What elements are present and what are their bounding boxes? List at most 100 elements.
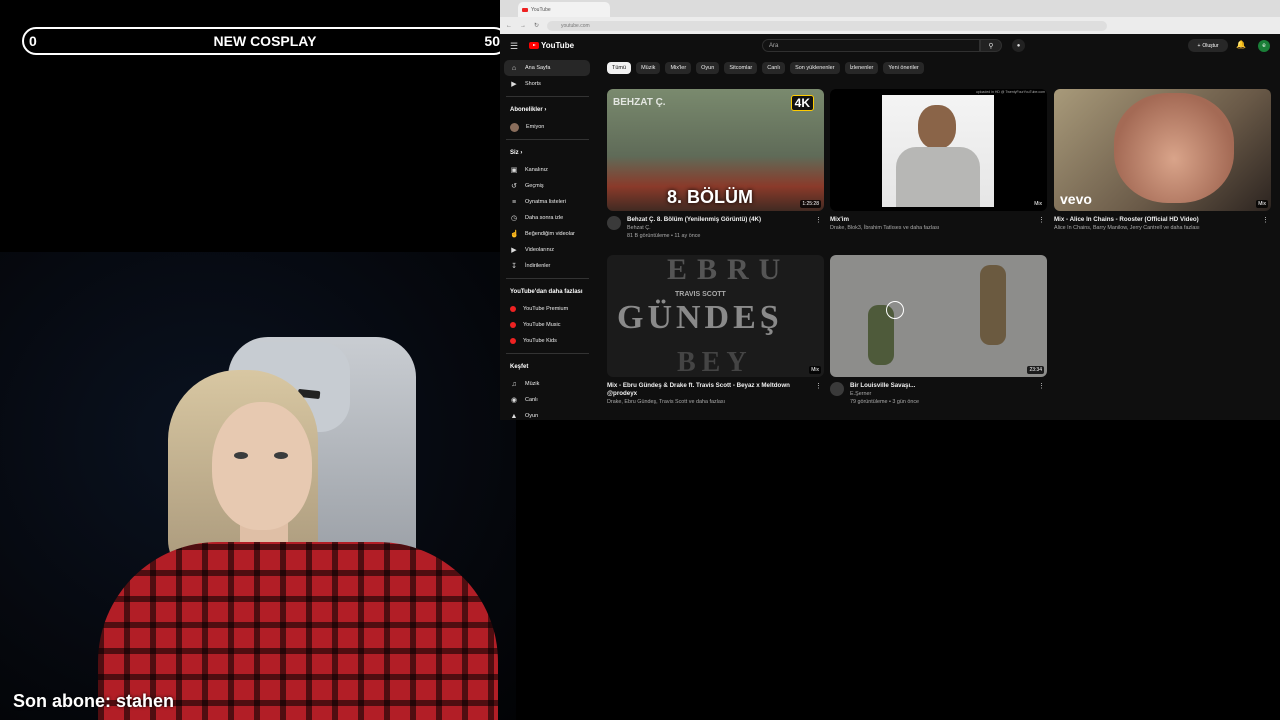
reload-icon[interactable]: ↻ [534, 22, 539, 29]
sidebar-item-label: Oynatma listeleri [525, 199, 566, 205]
menu-icon[interactable]: ☰ [510, 41, 518, 52]
mix-badge: Mix [809, 366, 821, 374]
sidebar-item-label: Shorts [525, 81, 541, 87]
back-icon[interactable]: ← [506, 23, 512, 29]
goal-title: NEW COSPLAY [213, 33, 317, 49]
sidebar-item-music[interactable]: YouTube Music [500, 317, 595, 333]
vevo-logo: vevo [1060, 191, 1092, 207]
thumbnail-photo [882, 95, 994, 207]
video-duration: 23:34 [1027, 366, 1044, 374]
mix-badge: Mix [1256, 200, 1268, 208]
divider [506, 353, 589, 354]
video-meta: Behzat Ç. 8. Bölüm (Yenilenmiş Görüntü) … [607, 216, 824, 240]
sidebar-item-playlists[interactable]: ≡ Oynatma listeleri [500, 194, 595, 210]
video-thumbnail[interactable]: EBRU TRAVIS SCOTT GÜNDEŞ BEY Mix [607, 255, 824, 377]
section-label: Abonelikler [510, 107, 543, 113]
youtube-premium-icon [510, 306, 516, 312]
chip-all[interactable]: Tümü [607, 62, 632, 74]
youtube-header: ☰ YouTube Ara ⚲ ● + Oluştur 🔔 e [500, 34, 1280, 58]
video-title[interactable]: Mix - Ebru Gündeş & Drake ft. Travis Sco… [607, 382, 797, 398]
more-options-icon[interactable]: ⋮ [1038, 216, 1045, 224]
sidebar-item-kids[interactable]: YouTube Kids [500, 333, 595, 349]
video-card[interactable]: uploaded in HD @ TwentyFourYouTube.com M… [830, 89, 1047, 232]
thumbnail-logo: BEHZAT Ç. [613, 97, 666, 108]
you-header[interactable]: Siz › [500, 144, 595, 162]
crosshair-icon [886, 301, 904, 319]
sidebar-item-watch-later[interactable]: ◷ Daha sonra izle [500, 210, 595, 226]
bell-icon[interactable]: 🔔 [1236, 40, 1246, 49]
goal-end: 50 [484, 33, 500, 49]
forward-icon[interactable]: → [520, 23, 526, 29]
channel-avatar [510, 122, 519, 132]
chip-mixes[interactable]: Mix'ler [665, 62, 692, 74]
search-icon[interactable]: ⚲ [980, 39, 1002, 52]
youtube-music-icon [510, 322, 516, 328]
goal-start: 0 [29, 33, 37, 49]
channel-name[interactable]: Alice In Chains, Barry Manilow, Jerry Ca… [1054, 224, 1271, 232]
sidebar-item-channel[interactable]: ▣ Kanalınız [500, 162, 595, 178]
more-options-icon[interactable]: ⋮ [1038, 382, 1045, 390]
sidebar-item-label: Geçmiş [525, 183, 544, 189]
sidebar-item-label: YouTube Kids [523, 338, 557, 344]
sidebar-item-shorts[interactable]: ▶ Shorts [500, 76, 595, 92]
search-input[interactable]: Ara [762, 39, 980, 52]
video-thumbnail[interactable]: BEHZAT Ç. 4K 8. BÖLÜM 1:25:28 [607, 89, 824, 211]
video-title[interactable]: Behzat Ç. 8. Bölüm (Yenilenmiş Görüntü) … [627, 216, 824, 224]
history-icon: ↺ [511, 183, 517, 190]
sidebar-item-label: YouTube Music [523, 322, 561, 328]
channel-name[interactable]: Drake, Blok3, İbrahim Tatlıses ve daha f… [830, 224, 1047, 232]
video-title[interactable]: Mix - Alice In Chains - Rooster (Officia… [1054, 216, 1271, 224]
video-thumbnail[interactable]: uploaded in HD @ TwentyFourYouTube.com M… [830, 89, 1047, 211]
video-card[interactable]: BEHZAT Ç. 4K 8. BÖLÜM 1:25:28 Behzat Ç. … [607, 89, 824, 240]
microphone-icon[interactable]: ● [1012, 39, 1025, 52]
video-thumbnail[interactable]: vevo Mix [1054, 89, 1271, 211]
sidebar-item-explore-music[interactable]: ♫ Müzik [500, 376, 595, 392]
sidebar-item-home[interactable]: ⌂ Ana Sayfa [504, 60, 590, 76]
sidebar-item-subscription[interactable]: Emiyon [500, 119, 595, 135]
channel-name[interactable]: Drake, Ebru Gündeş, Travis Scott ve daha… [607, 398, 824, 406]
sidebar-item-premium[interactable]: YouTube Premium [500, 301, 595, 317]
more-options-icon[interactable]: ⋮ [815, 216, 822, 224]
chip-new-to-you[interactable]: Yeni öneriler [883, 62, 924, 74]
address-bar[interactable]: youtube.com [547, 20, 1108, 31]
video-meta: Mix'im Drake, Blok3, İbrahim Tatlıses ve… [830, 216, 1047, 232]
channel-avatar[interactable] [830, 382, 844, 396]
sidebar-item-liked[interactable]: ☝ Beğendiğim videolar [500, 226, 595, 242]
video-icon: ▶ [511, 247, 517, 254]
sidebar-item-label: Kanalınız [525, 167, 548, 173]
youtube-logo[interactable]: YouTube [529, 41, 574, 50]
channel-name[interactable]: E.Şerner [850, 390, 1047, 398]
chip-music[interactable]: Müzik [636, 62, 661, 74]
video-title[interactable]: Bir Louisville Savaşı... [850, 382, 1047, 390]
sidebar-item-history[interactable]: ↺ Geçmiş [500, 178, 595, 194]
sidebar-item-label: Oyun [525, 413, 539, 419]
sidebar-item-downloads[interactable]: ↧ İndirilenler [500, 258, 595, 274]
sidebar-item-your-videos[interactable]: ▶ Videolarınız [500, 242, 595, 258]
video-thumbnail[interactable]: 23:34 [830, 255, 1047, 377]
video-title[interactable]: Mix'im [830, 216, 1047, 224]
video-card[interactable]: vevo Mix Mix - Alice In Chains - Rooster… [1054, 89, 1271, 232]
channel-avatar[interactable] [607, 216, 621, 230]
subscriptions-header[interactable]: Abonelikler › [500, 101, 595, 119]
chip-recently-uploaded[interactable]: Son yüklenenler [790, 62, 840, 74]
youtube-page: ☰ YouTube Ara ⚲ ● + Oluştur 🔔 e ⌂ Ana Sa… [500, 34, 1280, 420]
browser-tab[interactable]: YouTube [518, 2, 610, 17]
sidebar-item-gaming[interactable]: ▲ Oyun [500, 408, 595, 424]
create-button[interactable]: + Oluştur [1188, 39, 1228, 52]
home-icon: ⌂ [511, 64, 517, 72]
channel-name[interactable]: Behzat Ç. [627, 224, 824, 232]
thumbnail-text: 8. BÖLÜM [667, 187, 754, 207]
avatar[interactable]: e [1258, 40, 1270, 52]
browser-window: YouTube ← → ↻ youtube.com ☰ YouTube Ara … [500, 0, 1280, 420]
chip-sitcoms[interactable]: Sitcomlar [724, 62, 758, 74]
chip-gaming[interactable]: Oyun [696, 62, 720, 74]
chip-live[interactable]: Canlı [762, 62, 786, 74]
sidebar-item-live[interactable]: ◉ Canlı [500, 392, 595, 408]
video-card[interactable]: EBRU TRAVIS SCOTT GÜNDEŞ BEY Mix Mix - E… [607, 255, 824, 406]
sidebar: ⌂ Ana Sayfa ▶ Shorts Abonelikler › Emiyo… [500, 60, 595, 420]
more-options-icon[interactable]: ⋮ [1262, 216, 1269, 224]
chip-watched[interactable]: İzlenenler [844, 62, 879, 74]
more-options-icon[interactable]: ⋮ [815, 382, 822, 390]
video-card[interactable]: 23:34 Bir Louisville Savaşı... E.Şerner … [830, 255, 1047, 406]
music-icon: ♫ [511, 380, 517, 388]
